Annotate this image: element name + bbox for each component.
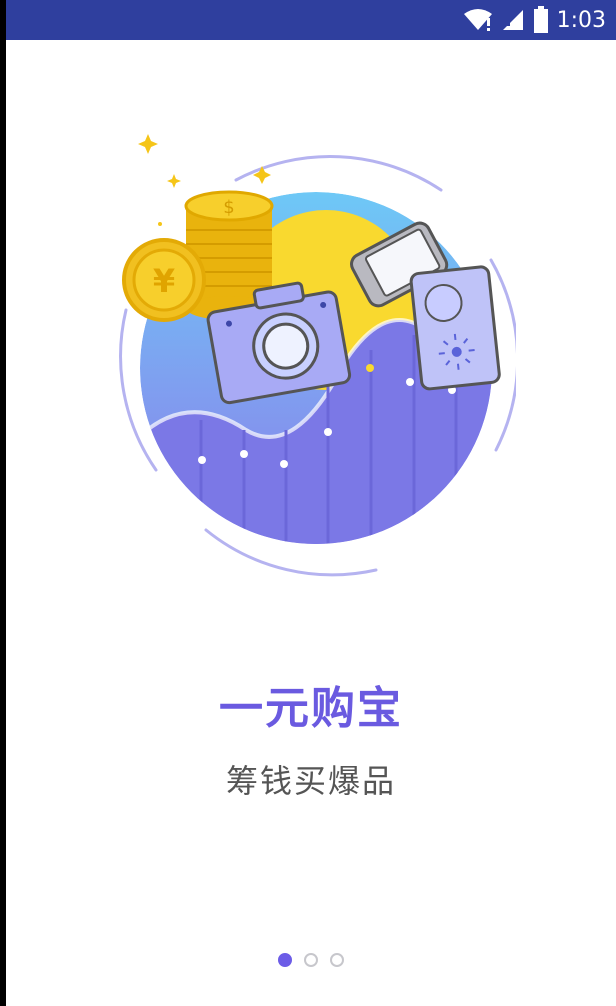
onboarding-title: 一元购宝 — [219, 683, 403, 734]
screen: 1:03 $ ¥ 一元购宝 筹钱买爆品 — [6, 0, 616, 1006]
page-dot-3[interactable] — [330, 953, 344, 967]
page-dot-1[interactable] — [278, 953, 292, 967]
svg-text:$: $ — [223, 197, 234, 218]
speaker-icon — [409, 265, 501, 391]
wifi-icon — [463, 9, 492, 31]
status-time: 1:03 — [556, 7, 606, 33]
svg-text:¥: ¥ — [153, 262, 175, 300]
status-bar: 1:03 — [6, 0, 616, 40]
battery-icon — [533, 6, 548, 33]
signal-icon — [502, 10, 523, 30]
yuan-coin-icon: ¥ — [122, 238, 206, 322]
page-dot-2[interactable] — [304, 953, 318, 967]
hero-illustration: $ ¥ — [119, 134, 516, 577]
onboarding-subtitle: 筹钱买爆品 — [225, 762, 396, 800]
page-indicator — [6, 953, 616, 967]
